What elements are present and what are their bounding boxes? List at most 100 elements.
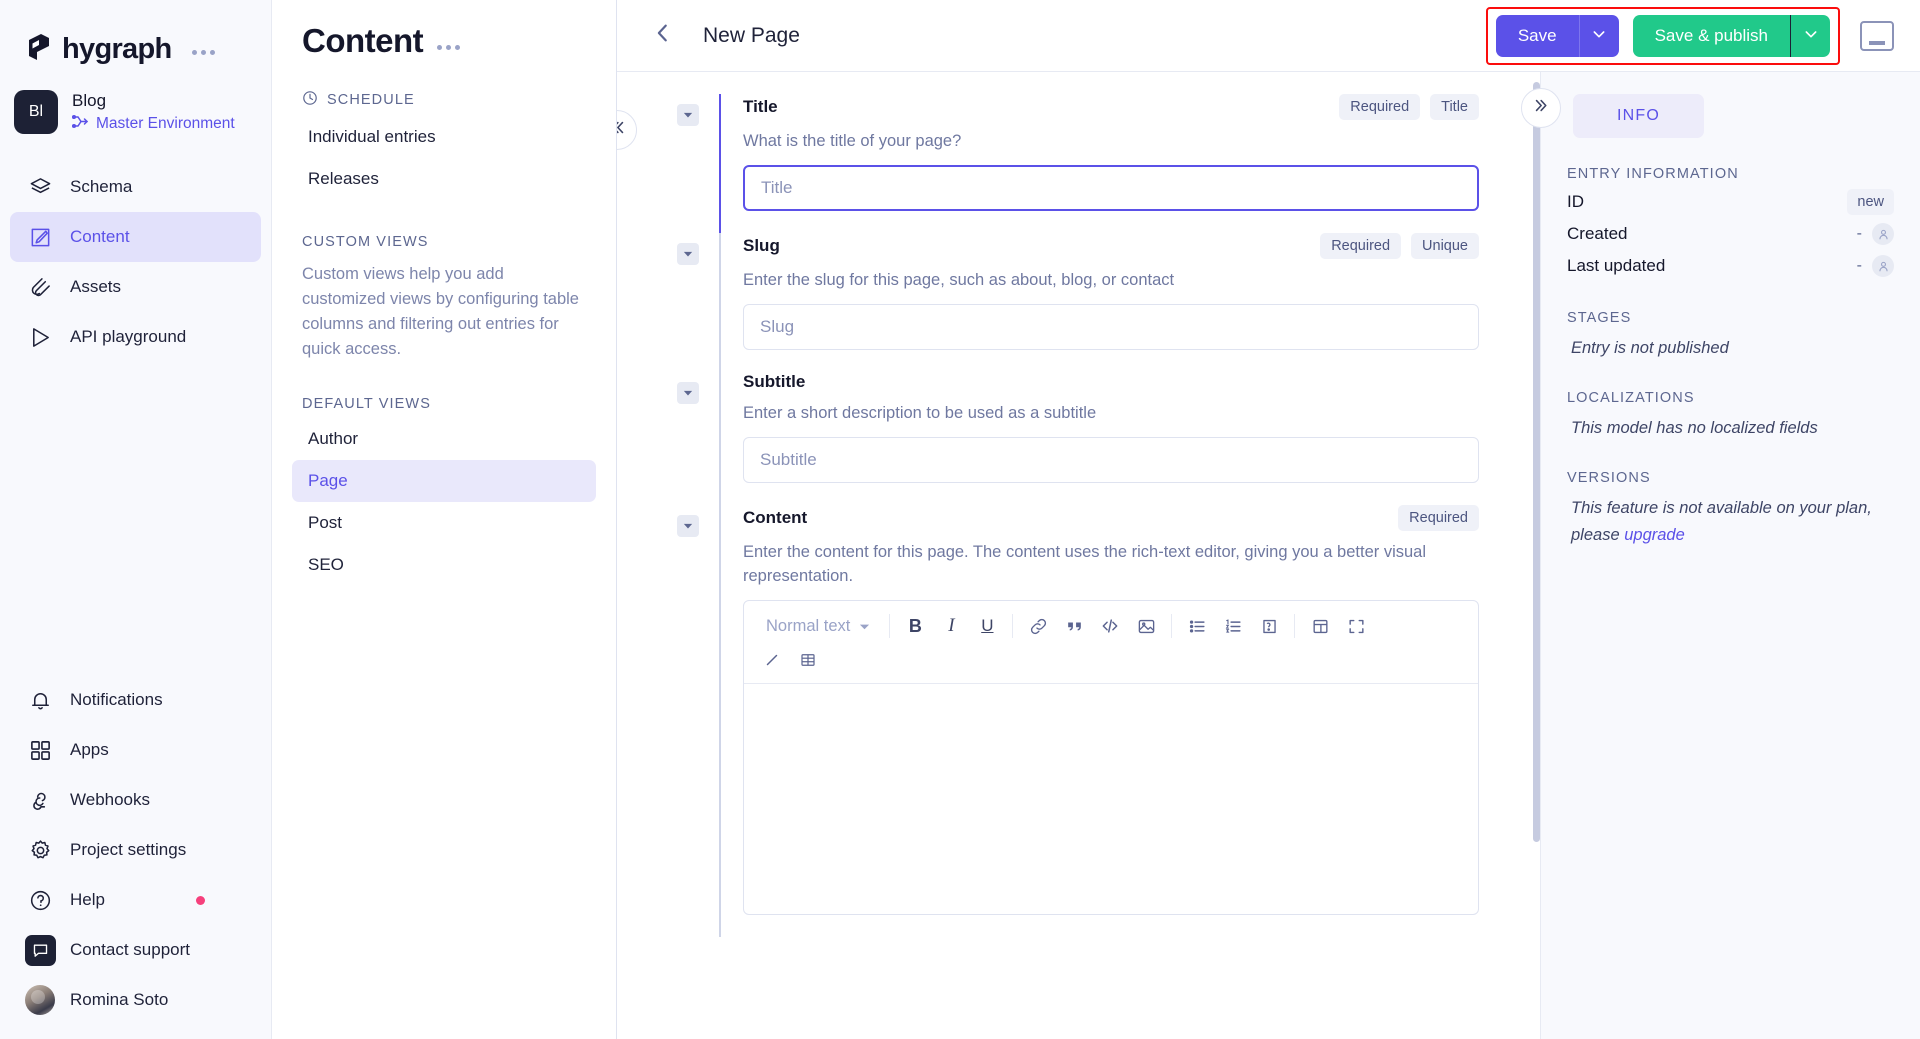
toolbar-divider	[1294, 614, 1296, 638]
status-badge: Unique	[1411, 233, 1479, 259]
sidebar-item-content[interactable]: Content	[10, 212, 261, 262]
sidebar-item-api-playground[interactable]: API playground	[10, 312, 261, 362]
more-horizontal-icon[interactable]	[191, 49, 215, 55]
field-description: Enter the slug for this page, such as ab…	[743, 271, 1175, 289]
sidebar-item-apps[interactable]: Apps	[10, 725, 261, 775]
panel-bottom-icon[interactable]	[1860, 20, 1894, 51]
more-horizontal-icon[interactable]	[437, 44, 461, 50]
info-panel: INFO ENTRY INFORMATION ID new Created -	[1521, 72, 1920, 1039]
field-header: Subtitle	[743, 372, 1479, 392]
tab-info[interactable]: INFO	[1573, 94, 1705, 138]
paperclip-icon	[28, 275, 52, 299]
chat-icon	[24, 934, 56, 966]
link-icon[interactable]	[1020, 609, 1056, 643]
toolbar-divider	[1171, 614, 1173, 638]
versions-heading: VERSIONS	[1567, 470, 1651, 486]
quote-icon[interactable]	[1056, 609, 1092, 643]
project-environment[interactable]: Master Environment	[71, 114, 235, 134]
info-row-value: -	[1857, 223, 1894, 245]
content-views-pane: Content SCHEDULE Individual entries Rele…	[272, 0, 617, 1039]
text-style-select[interactable]: Normal text	[754, 609, 882, 643]
field-label: Subtitle	[743, 372, 806, 391]
pen-icon[interactable]	[754, 643, 790, 677]
rich-text-editor: Normal text B I U	[743, 600, 1479, 915]
editor-body: Title Required Title What is the title o…	[617, 72, 1920, 1039]
table-icon[interactable]	[790, 643, 826, 677]
schedule-heading: SCHEDULE	[272, 60, 616, 116]
field-chips: Required	[1398, 505, 1479, 531]
back-button[interactable]	[645, 18, 681, 54]
bullet-list-icon[interactable]	[1179, 609, 1215, 643]
upgrade-link[interactable]: upgrade	[1624, 526, 1685, 544]
main-editor: New Page Save Save & publish Title Requi…	[617, 0, 1920, 1039]
fullscreen-icon[interactable]	[1338, 609, 1374, 643]
slug-input[interactable]	[743, 304, 1479, 350]
italic-icon[interactable]: I	[933, 609, 969, 643]
content-item-post[interactable]: Post	[292, 502, 596, 544]
field-description: Enter the content for this page. The con…	[743, 543, 1427, 585]
sidebar-item-label: Schema	[70, 177, 133, 196]
chevron-down-icon	[860, 624, 870, 629]
chevrons-left-icon	[617, 119, 626, 141]
publish-dropdown-button[interactable]	[1790, 14, 1830, 57]
project-switcher[interactable]: Bl Blog Master Environment	[0, 72, 271, 152]
scrollbar[interactable]	[1533, 72, 1540, 1039]
sidebar-item-contact-support[interactable]: Contact support	[10, 925, 261, 975]
sidebar-item-user-profile[interactable]: Romina Soto	[10, 975, 261, 1025]
field-collapse-toggle[interactable]	[677, 104, 699, 126]
sidebar-item-webhooks[interactable]: Webhooks	[10, 775, 261, 825]
toolbar-divider	[1012, 614, 1014, 638]
collapse-right-panel-button[interactable]	[1521, 88, 1561, 128]
content-item-page[interactable]: Page	[292, 460, 596, 502]
numbered-list-icon[interactable]	[1215, 609, 1251, 643]
info-row-label: Last updated	[1567, 256, 1666, 275]
table-insert-icon[interactable]	[1302, 609, 1338, 643]
grid-icon	[28, 738, 52, 762]
code-icon[interactable]	[1092, 609, 1128, 643]
content-item-individual-entries[interactable]: Individual entries	[292, 116, 596, 158]
info-row-value: -	[1857, 255, 1894, 277]
underline-icon[interactable]: U	[969, 609, 1005, 643]
schedule-heading-label: SCHEDULE	[327, 92, 415, 108]
entry-title: New Page	[703, 23, 800, 47]
bold-icon[interactable]: B	[897, 609, 933, 643]
sidebar-item-schema[interactable]: Schema	[10, 162, 261, 212]
field-collapse-toggle[interactable]	[677, 382, 699, 404]
sidebar-item-help[interactable]: Help	[10, 875, 261, 925]
content-item-author[interactable]: Author	[292, 418, 596, 460]
image-icon[interactable]	[1128, 609, 1164, 643]
field-collapse-toggle[interactable]	[677, 515, 699, 537]
sidebar-item-label: Content	[70, 227, 130, 246]
default-views-heading-label: DEFAULT VIEWS	[302, 396, 431, 412]
sidebar-item-assets[interactable]: Assets	[10, 262, 261, 312]
brand[interactable]: hygraph	[0, 0, 271, 72]
field-collapse-toggle[interactable]	[677, 243, 699, 265]
content-item-releases[interactable]: Releases	[292, 158, 596, 200]
embed-icon[interactable]	[1251, 609, 1287, 643]
sidebar-item-label: Help	[70, 890, 105, 909]
entry-information-heading: ENTRY INFORMATION	[1567, 166, 1739, 182]
save-button[interactable]: Save	[1495, 14, 1579, 57]
sidebar-item-label: Notifications	[70, 690, 163, 709]
sidebar-item-notifications[interactable]: Notifications	[10, 675, 261, 725]
custom-views-heading: CUSTOM VIEWS	[272, 200, 616, 256]
user-icon	[1872, 223, 1894, 245]
subtitle-input[interactable]	[743, 437, 1479, 483]
content-item-seo[interactable]: SEO	[292, 544, 596, 586]
sidebar-item-label: Apps	[70, 740, 109, 759]
page-title: Content	[302, 22, 424, 59]
brand-name: hygraph	[62, 32, 172, 65]
info-row-last-updated: Last updated -	[1567, 250, 1894, 282]
stages-note: Entry is not published	[1571, 339, 1729, 357]
field-slug: Slug Required Unique Enter the slug for …	[617, 233, 1540, 372]
clock-icon	[302, 90, 318, 110]
sidebar-item-label: Project settings	[70, 840, 187, 859]
title-input[interactable]	[743, 165, 1479, 211]
field-chips: Required Unique	[1320, 233, 1479, 259]
sidebar-item-project-settings[interactable]: Project settings	[10, 825, 261, 875]
rich-text-body[interactable]	[744, 684, 1478, 914]
save-and-publish-button[interactable]: Save & publish	[1632, 14, 1790, 57]
save-dropdown-button[interactable]	[1578, 14, 1619, 57]
info-row-dash: -	[1856, 225, 1862, 242]
